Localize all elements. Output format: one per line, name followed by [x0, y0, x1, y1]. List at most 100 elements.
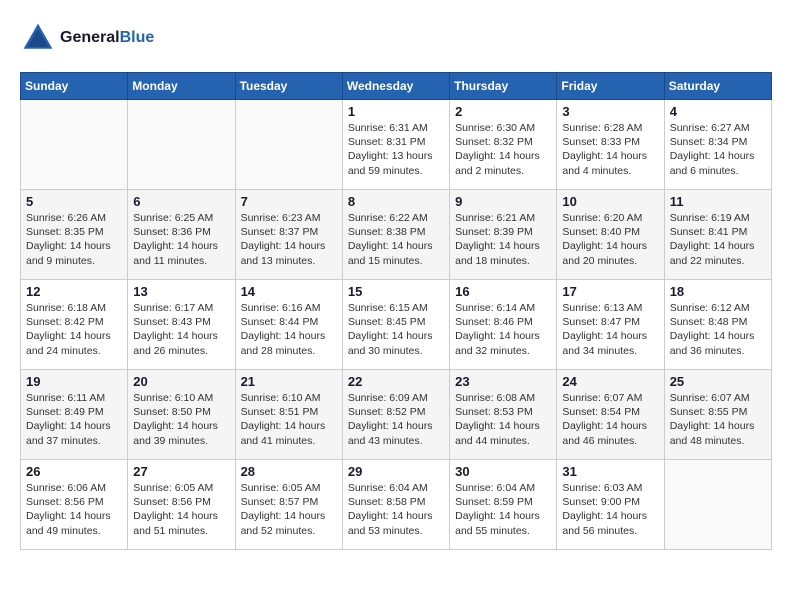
- calendar-cell: [128, 100, 235, 190]
- column-header-tuesday: Tuesday: [235, 73, 342, 100]
- day-info: Sunrise: 6:15 AM Sunset: 8:45 PM Dayligh…: [348, 301, 444, 358]
- logo: GeneralBlue: [20, 20, 154, 56]
- day-info: Sunrise: 6:27 AM Sunset: 8:34 PM Dayligh…: [670, 121, 766, 178]
- day-number: 27: [133, 464, 229, 479]
- calendar-cell: 31 Sunrise: 6:03 AM Sunset: 9:00 PM Dayli…: [557, 460, 664, 550]
- day-info: Sunrise: 6:13 AM Sunset: 8:47 PM Dayligh…: [562, 301, 658, 358]
- column-header-wednesday: Wednesday: [342, 73, 449, 100]
- day-info: Sunrise: 6:05 AM Sunset: 8:56 PM Dayligh…: [133, 481, 229, 538]
- column-header-friday: Friday: [557, 73, 664, 100]
- calendar-cell: 11 Sunrise: 6:19 AM Sunset: 8:41 PM Dayli…: [664, 190, 771, 280]
- column-header-saturday: Saturday: [664, 73, 771, 100]
- calendar-cell: 6 Sunrise: 6:25 AM Sunset: 8:36 PM Daylig…: [128, 190, 235, 280]
- calendar-cell: 5Sunrise: 6:26 AM Sunset: 8:35 PM Daylig…: [21, 190, 128, 280]
- logo-icon: [20, 20, 56, 56]
- calendar-cell: 24 Sunrise: 6:07 AM Sunset: 8:54 PM Dayli…: [557, 370, 664, 460]
- day-info: Sunrise: 6:20 AM Sunset: 8:40 PM Dayligh…: [562, 211, 658, 268]
- day-info: Sunrise: 6:17 AM Sunset: 8:43 PM Dayligh…: [133, 301, 229, 358]
- calendar-cell: 27 Sunrise: 6:05 AM Sunset: 8:56 PM Dayli…: [128, 460, 235, 550]
- day-number: 3: [562, 104, 658, 119]
- day-info: Sunrise: 6:05 AM Sunset: 8:57 PM Dayligh…: [241, 481, 337, 538]
- calendar-cell: 10Sunrise: 6:20 AM Sunset: 8:40 PM Dayli…: [557, 190, 664, 280]
- day-number: 13: [133, 284, 229, 299]
- calendar-cell: 19Sunrise: 6:11 AM Sunset: 8:49 PM Dayli…: [21, 370, 128, 460]
- calendar-cell: 15 Sunrise: 6:15 AM Sunset: 8:45 PM Dayli…: [342, 280, 449, 370]
- day-number: 17: [562, 284, 658, 299]
- day-info: Sunrise: 6:28 AM Sunset: 8:33 PM Dayligh…: [562, 121, 658, 178]
- day-number: 4: [670, 104, 766, 119]
- day-info: Sunrise: 6:16 AM Sunset: 8:44 PM Dayligh…: [241, 301, 337, 358]
- day-number: 1: [348, 104, 444, 119]
- day-number: 6: [133, 194, 229, 209]
- day-info: Sunrise: 6:09 AM Sunset: 8:52 PM Dayligh…: [348, 391, 444, 448]
- day-number: 16: [455, 284, 551, 299]
- calendar-cell: 12 Sunrise: 6:18 AM Sunset: 8:42 PM Dayli…: [21, 280, 128, 370]
- day-number: 5: [26, 194, 122, 209]
- day-number: 22: [348, 374, 444, 389]
- calendar-week-row: 5Sunrise: 6:26 AM Sunset: 8:35 PM Daylig…: [21, 190, 772, 280]
- day-number: 12: [26, 284, 122, 299]
- calendar-cell: 17 Sunrise: 6:13 AM Sunset: 8:47 PM Dayli…: [557, 280, 664, 370]
- day-number: 30: [455, 464, 551, 479]
- page-header: GeneralBlue: [20, 20, 772, 56]
- day-number: 7: [241, 194, 337, 209]
- calendar-week-row: 26 Sunrise: 6:06 AM Sunset: 8:56 PM Dayli…: [21, 460, 772, 550]
- calendar-table: SundayMondayTuesdayWednesdayThursdayFrid…: [20, 72, 772, 550]
- calendar-cell: 28Sunrise: 6:05 AM Sunset: 8:57 PM Dayli…: [235, 460, 342, 550]
- day-info: Sunrise: 6:14 AM Sunset: 8:46 PM Dayligh…: [455, 301, 551, 358]
- day-info: Sunrise: 6:07 AM Sunset: 8:54 PM Dayligh…: [562, 391, 658, 448]
- calendar-cell: 29 Sunrise: 6:04 AM Sunset: 8:58 PM Dayli…: [342, 460, 449, 550]
- day-info: Sunrise: 6:22 AM Sunset: 8:38 PM Dayligh…: [348, 211, 444, 268]
- calendar-cell: 23 Sunrise: 6:08 AM Sunset: 8:53 PM Dayli…: [450, 370, 557, 460]
- day-info: Sunrise: 6:04 AM Sunset: 8:58 PM Dayligh…: [348, 481, 444, 538]
- column-header-sunday: Sunday: [21, 73, 128, 100]
- calendar-cell: 25 Sunrise: 6:07 AM Sunset: 8:55 PM Dayli…: [664, 370, 771, 460]
- calendar-week-row: 12 Sunrise: 6:18 AM Sunset: 8:42 PM Dayli…: [21, 280, 772, 370]
- calendar-week-row: 1 Sunrise: 6:31 AM Sunset: 8:31 PM Daylig…: [21, 100, 772, 190]
- day-number: 19: [26, 374, 122, 389]
- calendar-cell: 20Sunrise: 6:10 AM Sunset: 8:50 PM Dayli…: [128, 370, 235, 460]
- calendar-cell: 7Sunrise: 6:23 AM Sunset: 8:37 PM Daylig…: [235, 190, 342, 280]
- day-info: Sunrise: 6:19 AM Sunset: 8:41 PM Dayligh…: [670, 211, 766, 268]
- day-info: Sunrise: 6:12 AM Sunset: 8:48 PM Dayligh…: [670, 301, 766, 358]
- column-header-monday: Monday: [128, 73, 235, 100]
- calendar-cell: 2Sunrise: 6:30 AM Sunset: 8:32 PM Daylig…: [450, 100, 557, 190]
- day-info: Sunrise: 6:06 AM Sunset: 8:56 PM Dayligh…: [26, 481, 122, 538]
- day-number: 29: [348, 464, 444, 479]
- day-info: Sunrise: 6:04 AM Sunset: 8:59 PM Dayligh…: [455, 481, 551, 538]
- day-number: 8: [348, 194, 444, 209]
- calendar-cell: 26 Sunrise: 6:06 AM Sunset: 8:56 PM Dayli…: [21, 460, 128, 550]
- day-number: 26: [26, 464, 122, 479]
- calendar-cell: 9 Sunrise: 6:21 AM Sunset: 8:39 PM Daylig…: [450, 190, 557, 280]
- day-info: Sunrise: 6:03 AM Sunset: 9:00 PM Dayligh…: [562, 481, 658, 538]
- day-number: 23: [455, 374, 551, 389]
- calendar-cell: 1 Sunrise: 6:31 AM Sunset: 8:31 PM Daylig…: [342, 100, 449, 190]
- calendar-cell: 21Sunrise: 6:10 AM Sunset: 8:51 PM Dayli…: [235, 370, 342, 460]
- day-info: Sunrise: 6:08 AM Sunset: 8:53 PM Dayligh…: [455, 391, 551, 448]
- day-number: 15: [348, 284, 444, 299]
- day-number: 9: [455, 194, 551, 209]
- calendar-cell: 4 Sunrise: 6:27 AM Sunset: 8:34 PM Daylig…: [664, 100, 771, 190]
- day-info: Sunrise: 6:10 AM Sunset: 8:51 PM Dayligh…: [241, 391, 337, 448]
- calendar-cell: 8 Sunrise: 6:22 AM Sunset: 8:38 PM Daylig…: [342, 190, 449, 280]
- calendar-week-row: 19Sunrise: 6:11 AM Sunset: 8:49 PM Dayli…: [21, 370, 772, 460]
- day-number: 20: [133, 374, 229, 389]
- calendar-cell: [664, 460, 771, 550]
- day-info: Sunrise: 6:31 AM Sunset: 8:31 PM Dayligh…: [348, 121, 444, 178]
- day-number: 25: [670, 374, 766, 389]
- calendar-cell: 16 Sunrise: 6:14 AM Sunset: 8:46 PM Dayli…: [450, 280, 557, 370]
- calendar-cell: 3 Sunrise: 6:28 AM Sunset: 8:33 PM Daylig…: [557, 100, 664, 190]
- calendar-header-row: SundayMondayTuesdayWednesdayThursdayFrid…: [21, 73, 772, 100]
- calendar-cell: [235, 100, 342, 190]
- day-number: 11: [670, 194, 766, 209]
- day-number: 24: [562, 374, 658, 389]
- day-info: Sunrise: 6:25 AM Sunset: 8:36 PM Dayligh…: [133, 211, 229, 268]
- calendar-cell: 22 Sunrise: 6:09 AM Sunset: 8:52 PM Dayli…: [342, 370, 449, 460]
- day-info: Sunrise: 6:18 AM Sunset: 8:42 PM Dayligh…: [26, 301, 122, 358]
- day-number: 14: [241, 284, 337, 299]
- day-info: Sunrise: 6:07 AM Sunset: 8:55 PM Dayligh…: [670, 391, 766, 448]
- day-number: 18: [670, 284, 766, 299]
- day-info: Sunrise: 6:21 AM Sunset: 8:39 PM Dayligh…: [455, 211, 551, 268]
- day-number: 31: [562, 464, 658, 479]
- calendar-cell: [21, 100, 128, 190]
